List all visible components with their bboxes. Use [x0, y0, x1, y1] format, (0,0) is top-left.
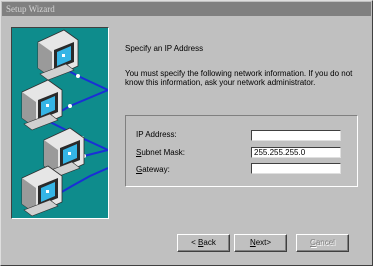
ip-address-label: IP Address: — [136, 130, 177, 139]
network-illustration — [11, 27, 109, 219]
ip-address-input[interactable] — [251, 130, 341, 141]
gateway-input[interactable] — [251, 163, 341, 174]
back-button[interactable]: < Back — [177, 234, 230, 252]
window-title: Setup Wizard — [6, 4, 55, 14]
computer-icon — [21, 79, 63, 131]
cancel-button[interactable]: Cancel — [296, 234, 349, 252]
title-bar: Setup Wizard — [2, 2, 371, 16]
setup-wizard-window: Setup Wizard Specify an IP Address You m… — [0, 0, 373, 266]
subnet-mask-input[interactable] — [251, 147, 341, 158]
page-heading: Specify an IP Address — [125, 44, 204, 53]
computer-icon — [21, 165, 63, 217]
page-description: You must specify the following network i… — [125, 69, 353, 87]
gateway-label: Gateway: — [136, 165, 170, 174]
network-illustration-svg — [21, 29, 108, 217]
ip-settings-group: IP Address: Subnet Mask: Gateway: — [125, 115, 358, 187]
next-button[interactable]: Next> — [234, 234, 287, 252]
subnet-mask-label: Subnet Mask: — [136, 148, 185, 157]
